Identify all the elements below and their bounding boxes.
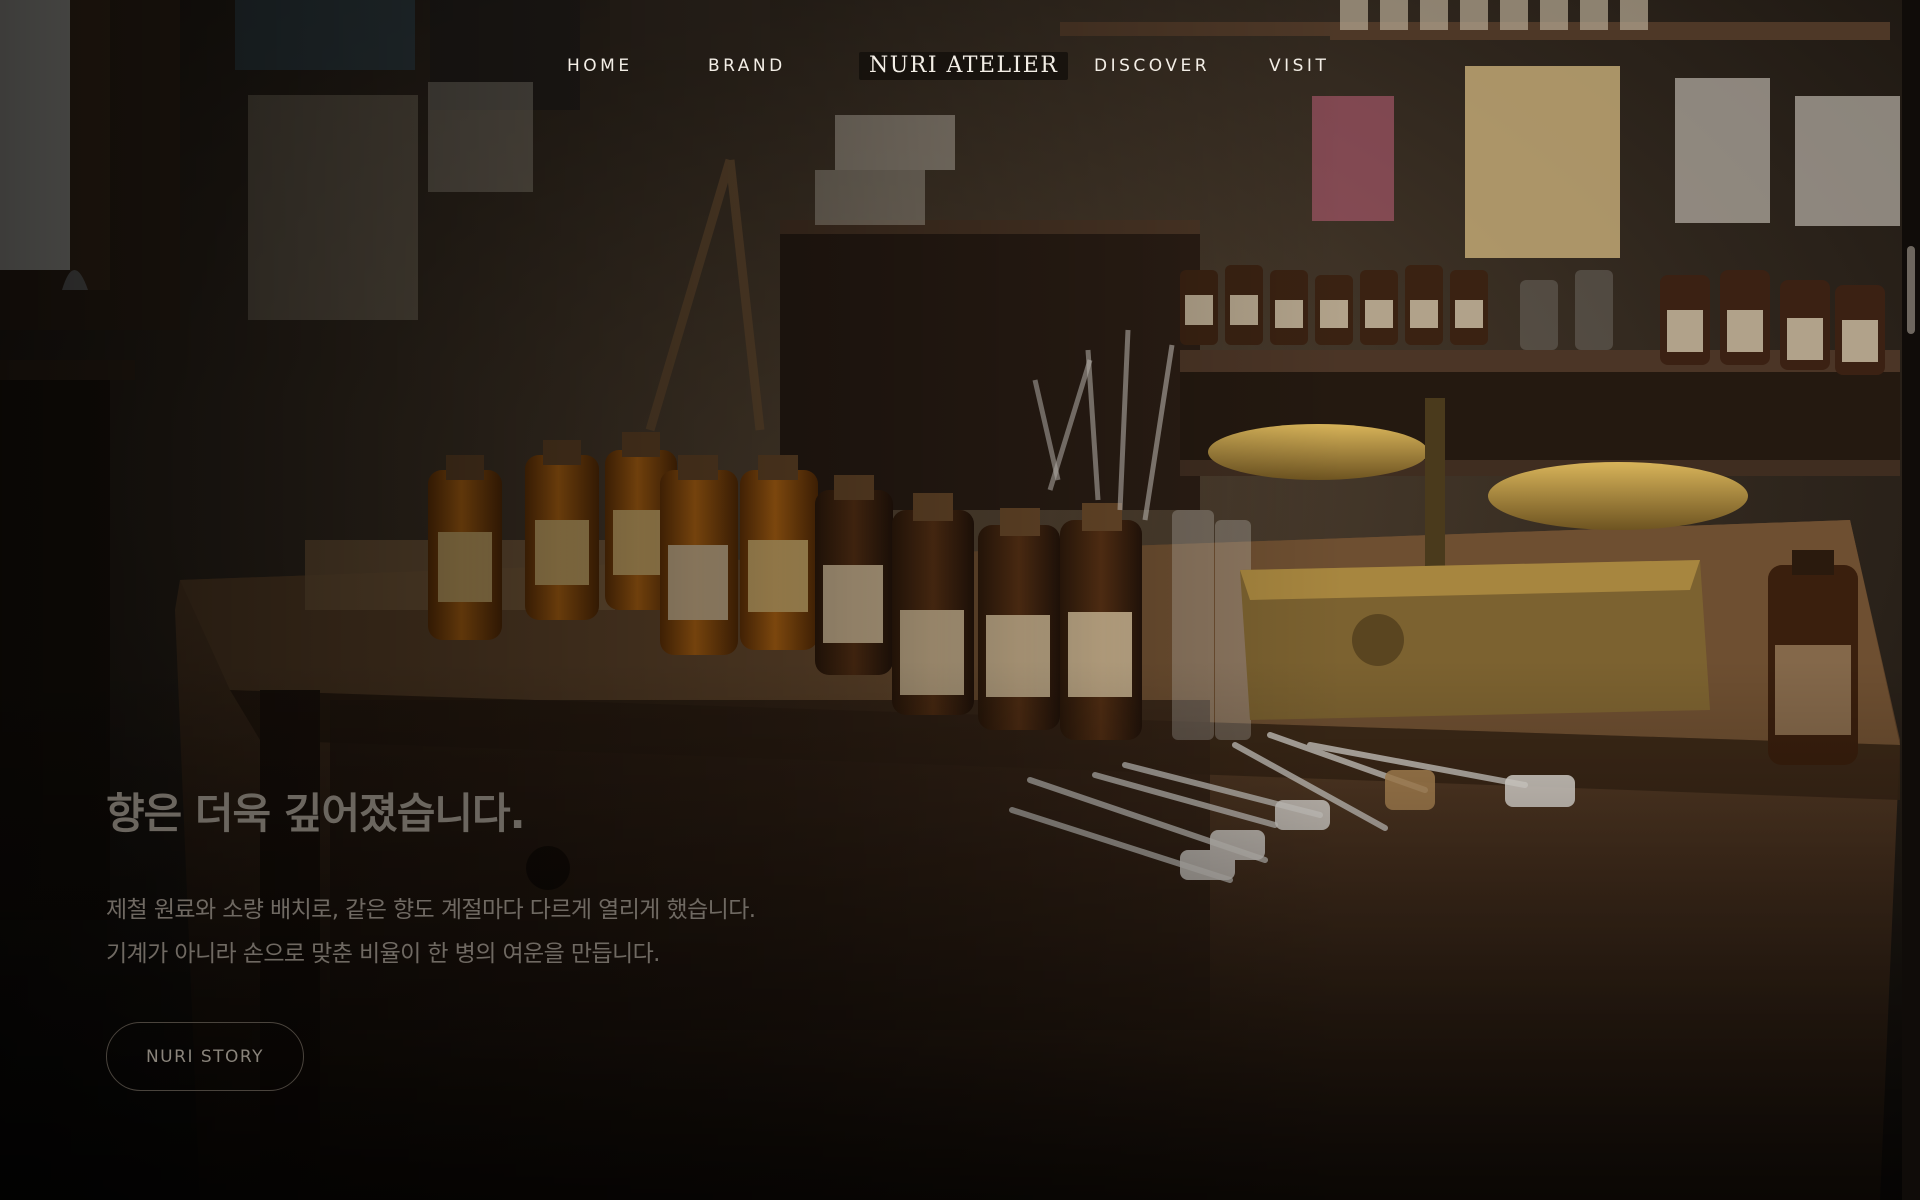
nav-home-link[interactable]: HOME [567, 52, 633, 80]
site-logo-title[interactable]: NURI ATELIER [859, 52, 1069, 80]
nav-brand-link[interactable]: BRAND [708, 52, 786, 80]
page-scrollbar[interactable] [1902, 0, 1920, 1200]
hero-description-line-1: 제철 원료와 소량 배치로, 같은 향도 계절마다 다르게 열리게 했습니다. [106, 897, 756, 923]
top-navigation: HOME BRAND NURI ATELIER DISCOVER VISIT [0, 52, 1920, 80]
nuri-story-button[interactable]: NURI STORY [106, 1022, 304, 1091]
hero-description-line-2: 기계가 아니라 손으로 맞춘 비율이 한 병의 여운을 만듭니다. [106, 941, 660, 967]
hero-background-image [0, 0, 1920, 1200]
nav-visit-link[interactable]: VISIT [1269, 52, 1329, 80]
scrollbar-thumb[interactable] [1907, 246, 1915, 334]
nav-discover-link[interactable]: DISCOVER [1094, 52, 1210, 80]
hero-section: HOME BRAND NURI ATELIER DISCOVER VISIT 향… [0, 0, 1920, 1200]
hero-headline: 향은 더욱 깊어졌습니다. [106, 789, 526, 838]
hero-description: 제철 원료와 소량 배치로, 같은 향도 계절마다 다르게 열리게 했습니다. … [106, 888, 756, 976]
